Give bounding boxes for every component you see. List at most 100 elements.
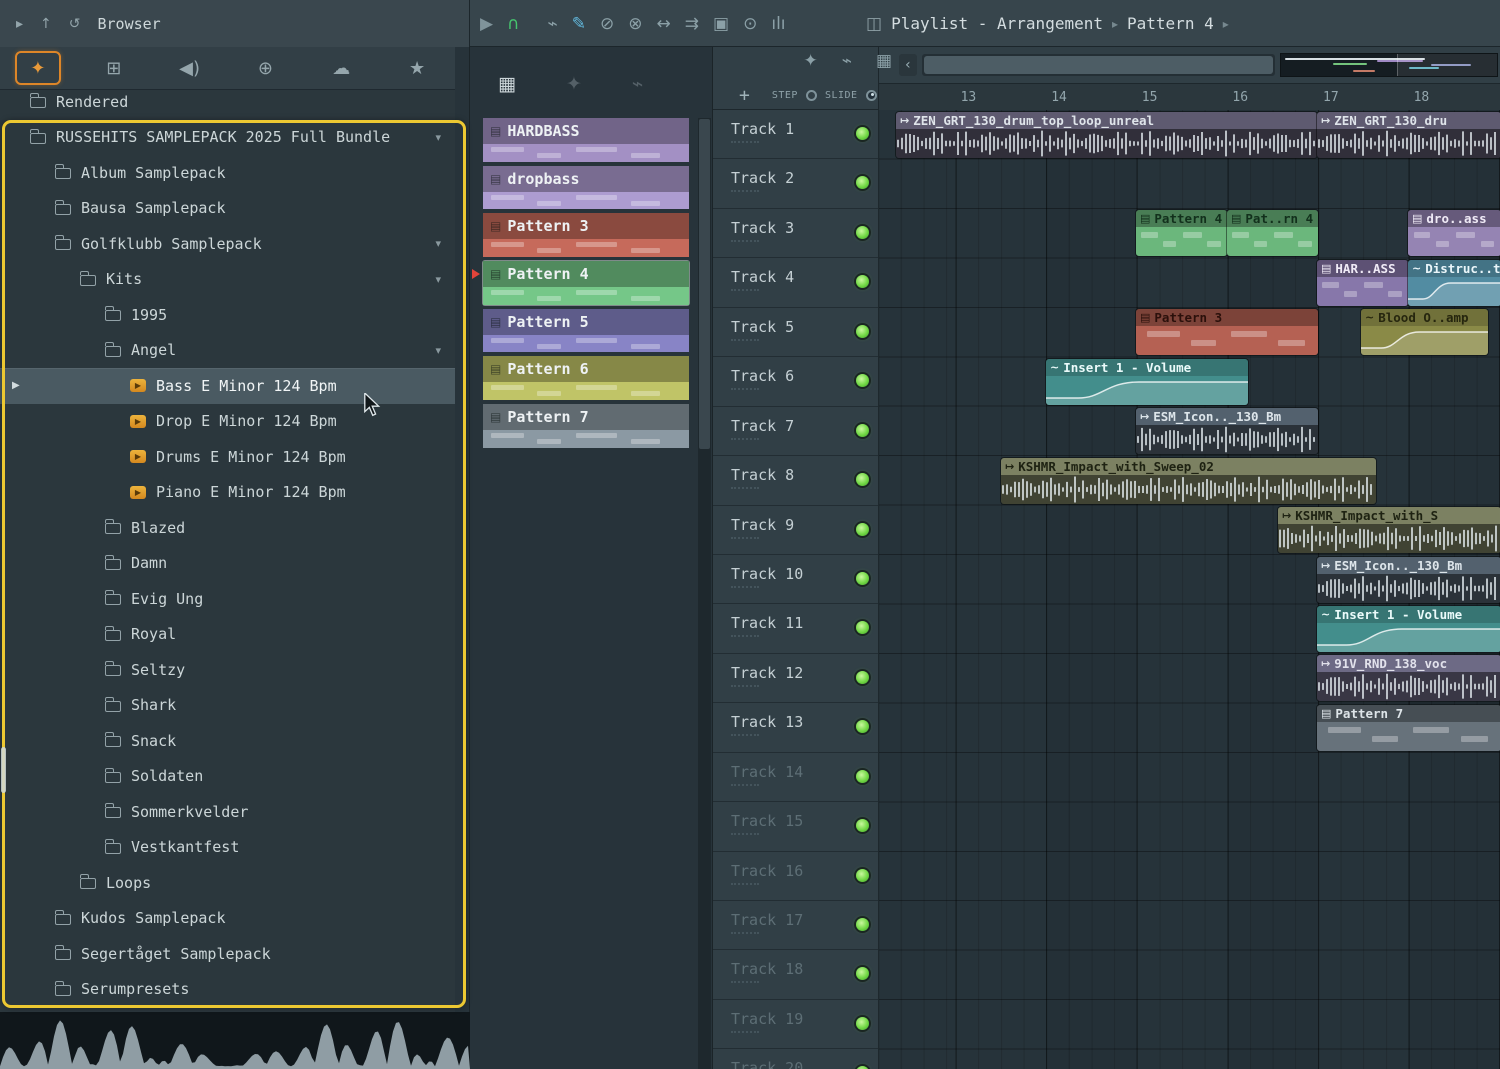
tree-item-russehits-samplepack-2025-full-bundle[interactable]: RUSSEHITS SAMPLEPACK 2025 Full Bundle▾: [0, 120, 455, 156]
track-header-track-19[interactable]: Track 19: [713, 1000, 878, 1049]
tree-item-seltzy[interactable]: Seltzy: [0, 652, 455, 688]
tree-item-shark[interactable]: Shark: [0, 688, 455, 724]
clip-pattern-4[interactable]: ▤Pattern 4: [1136, 210, 1227, 256]
track-header-track-11[interactable]: Track 11: [713, 604, 878, 653]
track-header-track-12[interactable]: Track 12: [713, 654, 878, 703]
track-enable-led[interactable]: [856, 967, 869, 980]
scroll-left-button[interactable]: ‹: [899, 54, 917, 76]
track-enable-led[interactable]: [856, 671, 869, 684]
track-enable-led[interactable]: [856, 1017, 869, 1030]
track-enable-led[interactable]: [856, 918, 869, 931]
playlist-minimap[interactable]: [1280, 53, 1498, 77]
tree-item-1995[interactable]: 1995: [0, 297, 455, 333]
track-enable-led[interactable]: [856, 127, 869, 140]
track-enable-led[interactable]: [856, 572, 869, 585]
clip-insert-1-volume[interactable]: ~Insert 1 - Volume: [1046, 359, 1248, 405]
track-header-track-5[interactable]: Track 5: [713, 308, 878, 357]
timeline-ruler[interactable]: 131415161718: [879, 83, 1500, 110]
clip-esm-icon-130-bm[interactable]: ↦ESM_Icon.._130_Bm: [1317, 557, 1500, 603]
slide-knob[interactable]: [866, 90, 877, 101]
mute-tool-icon[interactable]: ⊗: [628, 14, 642, 34]
playlist-hscrollbar[interactable]: [922, 54, 1275, 76]
tree-item-drums-e-minor-124-bpm[interactable]: ▶Drums E Minor 124 Bpm: [0, 439, 455, 475]
link-icon[interactable]: ⌁: [842, 51, 852, 71]
minimap-view-window[interactable]: [1397, 54, 1497, 76]
clip-distruc-t[interactable]: ~Distruc..t: [1408, 260, 1500, 306]
tree-item-rendered[interactable]: Rendered: [0, 90, 455, 120]
tree-item-vestkantfest[interactable]: Vestkantfest: [0, 830, 455, 866]
pattern-scrollbar[interactable]: [698, 118, 711, 1069]
clip-har-ass[interactable]: ▤HAR..ASS: [1317, 260, 1408, 306]
zoom-tool-icon[interactable]: ⊙: [743, 14, 757, 34]
clip-pattern-3[interactable]: ▤Pattern 3: [1136, 309, 1318, 355]
breadcrumb-pattern[interactable]: Pattern 4: [1127, 14, 1214, 33]
track-header-track-15[interactable]: Track 15: [713, 802, 878, 851]
pattern-item-pattern-3[interactable]: ▤Pattern 3: [483, 213, 689, 257]
track-header-track-16[interactable]: Track 16: [713, 852, 878, 901]
link-icon[interactable]: ⌁: [632, 73, 643, 95]
cloud-tab[interactable]: ☁: [318, 51, 364, 85]
pattern-item-dropbass[interactable]: ▤dropbass: [483, 166, 689, 210]
refresh-icon[interactable]: ↺: [69, 16, 81, 32]
track-header-track-2[interactable]: Track 2: [713, 159, 878, 208]
clip-insert-1-volume[interactable]: ~Insert 1 - Volume: [1317, 606, 1500, 652]
tree-item-royal[interactable]: Royal: [0, 617, 455, 653]
track-header-track-6[interactable]: Track 6: [713, 357, 878, 406]
track-enable-led[interactable]: [856, 869, 869, 882]
pattern-item-pattern-5[interactable]: ▤Pattern 5: [483, 309, 689, 353]
tree-item-blazed[interactable]: Blazed: [0, 510, 455, 546]
pattern-item-hardbass[interactable]: ▤HARDBASS: [483, 118, 689, 162]
chevron-down-icon[interactable]: ▾: [435, 344, 441, 357]
draw-tool-icon[interactable]: ✎: [572, 14, 586, 34]
slide-label[interactable]: SLIDE: [825, 90, 858, 101]
chevron-down-icon[interactable]: ▾: [435, 273, 441, 286]
slice-tool-icon[interactable]: ⇉: [685, 14, 699, 34]
track-header-track-1[interactable]: Track 1: [713, 110, 878, 159]
track-header-track-3[interactable]: Track 3: [713, 209, 878, 258]
parent-folder-icon[interactable]: ↑: [40, 16, 52, 32]
track-enable-led[interactable]: [856, 176, 869, 189]
track-enable-led[interactable]: [856, 374, 869, 387]
clip-dro-ass[interactable]: ▤dro..ass: [1408, 210, 1500, 256]
snap-magnet-icon[interactable]: ∩: [507, 14, 519, 34]
add-track-button[interactable]: +: [739, 85, 750, 106]
tree-item-golfklubb-samplepack[interactable]: Golfklubb Samplepack▾: [0, 226, 455, 262]
track-header-track-20[interactable]: Track 20: [713, 1049, 878, 1069]
tree-item-album-samplepack[interactable]: Album Samplepack: [0, 155, 455, 191]
pattern-item-pattern-7[interactable]: ▤Pattern 7: [483, 404, 689, 448]
favorites-tab[interactable]: ★: [394, 51, 440, 85]
track-enable-led[interactable]: [856, 819, 869, 832]
track-header-track-10[interactable]: Track 10: [713, 555, 878, 604]
track-enable-led[interactable]: [856, 621, 869, 634]
clip-kshmr-impact-with-s[interactable]: ↦KSHMR_Impact_with_S: [1278, 507, 1500, 553]
preview-tool-icon[interactable]: ılı: [771, 14, 785, 34]
magic-wand-icon[interactable]: ✦: [566, 73, 582, 95]
hscrollbar-handle[interactable]: [924, 56, 1273, 74]
track-enable-led[interactable]: [856, 770, 869, 783]
pattern-item-pattern-6[interactable]: ▤Pattern 6: [483, 356, 689, 400]
track-header-track-17[interactable]: Track 17: [713, 901, 878, 950]
track-enable-led[interactable]: [856, 473, 869, 486]
breadcrumb-playlist[interactable]: Playlist - Arrangement: [891, 14, 1103, 33]
detach-arrow-icon[interactable]: ▶: [480, 14, 493, 34]
track-header-track-14[interactable]: Track 14: [713, 753, 878, 802]
pattern-item-pattern-4[interactable]: ▤Pattern 4: [483, 261, 689, 305]
track-header-track-13[interactable]: Track 13: [713, 703, 878, 752]
tree-item-drop-e-minor-124-bpm[interactable]: ▶Drop E Minor 124 Bpm: [0, 404, 455, 440]
clip-zen-grt-130-drum-top-loop-unreal[interactable]: ↦ZEN_GRT_130_drum_top_loop_unreal: [896, 112, 1317, 158]
clip-pat-rn-4[interactable]: ▤Pat..rn 4: [1227, 210, 1318, 256]
clip-pattern-7[interactable]: ▤Pattern 7: [1317, 705, 1500, 751]
sounds-tab[interactable]: ◀): [167, 51, 213, 85]
track-enable-led[interactable]: [856, 226, 869, 239]
select-tool-icon[interactable]: ▣: [713, 14, 729, 34]
track-enable-led[interactable]: [856, 424, 869, 437]
expand-arrow-icon[interactable]: ▸: [16, 16, 23, 32]
step-label[interactable]: STEP: [772, 90, 798, 101]
tree-item-soldaten[interactable]: Soldaten: [0, 759, 455, 795]
tree-item-kits[interactable]: Kits▾: [0, 262, 455, 298]
piano-roll-icon[interactable]: ▦: [876, 51, 892, 71]
track-header-track-4[interactable]: Track 4: [713, 258, 878, 307]
clip-esm-icon-130-bm[interactable]: ↦ESM_Icon.._130_Bm: [1136, 408, 1318, 454]
online-tab[interactable]: ⊕: [242, 51, 288, 85]
tree-item-bausa-samplepack[interactable]: Bausa Samplepack: [0, 191, 455, 227]
